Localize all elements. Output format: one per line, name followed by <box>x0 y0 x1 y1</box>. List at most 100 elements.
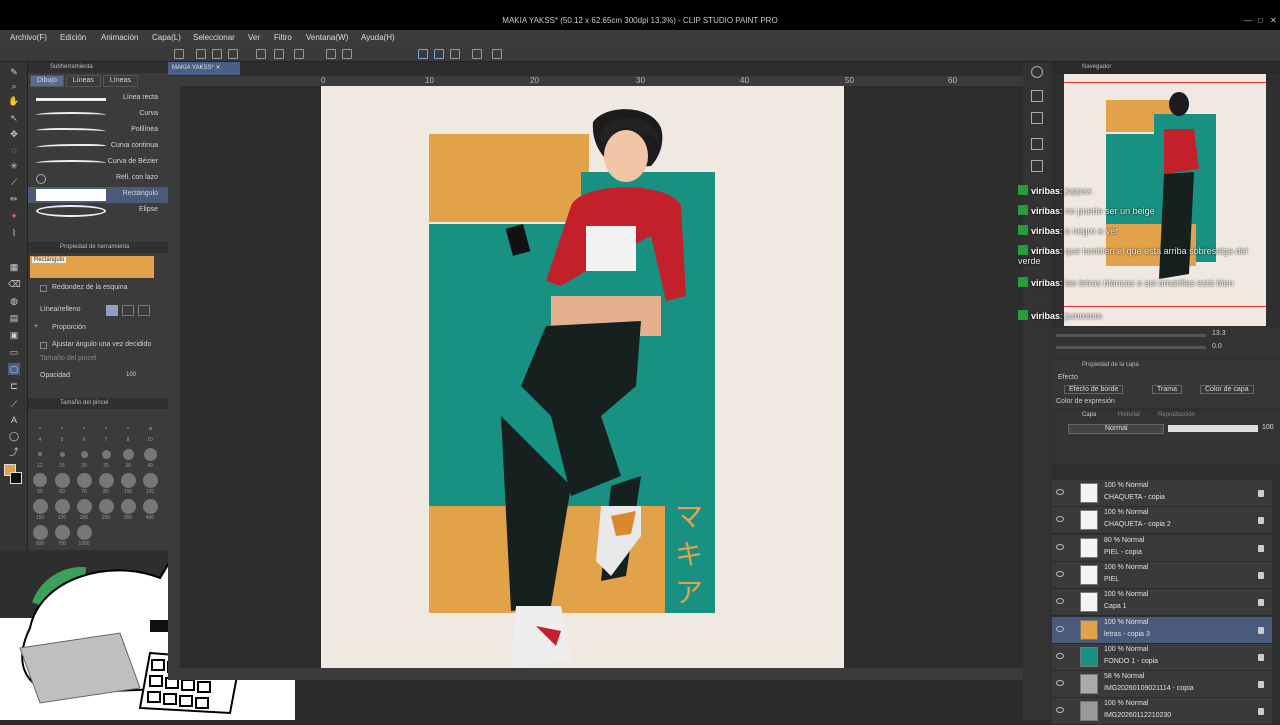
tab-reproduccion[interactable]: Reproducción <box>1158 412 1195 418</box>
lock-icon[interactable] <box>1258 653 1264 661</box>
brush-size-preset[interactable] <box>80 450 88 458</box>
gradient-icon[interactable]: ▤ <box>8 312 20 324</box>
tab-historial[interactable]: Historial <box>1118 412 1140 418</box>
sub-tool-curva[interactable]: Curva <box>28 107 168 123</box>
brush-size-preset[interactable] <box>120 472 136 488</box>
eye-icon[interactable] <box>1056 543 1064 550</box>
rectangle-tool-icon[interactable]: ▢ <box>8 363 20 375</box>
blend-mode-select[interactable]: Normal <box>1068 424 1164 434</box>
magic-wand-icon[interactable]: ✳ <box>8 160 20 172</box>
eye-icon[interactable] <box>1056 652 1064 659</box>
export-icon[interactable] <box>228 49 238 59</box>
open-icon[interactable] <box>196 49 206 59</box>
prop-row-redondez[interactable]: Redondez de la esquina <box>28 282 168 296</box>
layer-row[interactable]: 80 % Normal PIEL - copia <box>1052 534 1272 562</box>
checkbox[interactable] <box>40 285 47 292</box>
brush-size-preset[interactable] <box>61 427 63 429</box>
eye-icon[interactable] <box>1056 489 1064 495</box>
prop-row-linea-relleno[interactable]: Línea/relleno <box>28 304 168 318</box>
sub-color-swatch[interactable] <box>10 472 22 484</box>
navigator-icon[interactable] <box>1031 66 1043 78</box>
document-tab[interactable]: MAKIA YAKSS* ✕ <box>168 62 240 75</box>
correction-icon[interactable]: ⤴ <box>8 446 20 458</box>
fill-mode-icon[interactable] <box>122 305 134 316</box>
menu-ventana[interactable]: Ventana(W) <box>306 33 348 42</box>
zoom-icon[interactable]: ⌕ <box>8 80 20 92</box>
brush-size-preset[interactable] <box>33 473 47 487</box>
sub-tool-polilinea[interactable]: Polilínea <box>28 123 168 139</box>
eye-icon[interactable] <box>1056 625 1064 632</box>
rotate-slider[interactable] <box>1056 346 1206 349</box>
object-icon[interactable]: ↖ <box>8 112 20 124</box>
close-tab-icon[interactable]: ✕ <box>215 65 220 71</box>
crop-icon[interactable] <box>342 49 352 59</box>
lock-icon[interactable] <box>1258 517 1264 525</box>
lock-icon[interactable] <box>1258 599 1264 607</box>
brush-size-preset[interactable] <box>54 524 70 540</box>
prop-row-tamano[interactable]: Tamaño del pincel <box>28 353 168 367</box>
brush-size-preset[interactable] <box>148 426 152 430</box>
brush-size-preset[interactable] <box>98 498 114 514</box>
clear-icon[interactable] <box>294 49 304 59</box>
brush-size-preset[interactable] <box>59 451 65 457</box>
new-icon[interactable] <box>174 49 184 59</box>
snap-special-icon[interactable] <box>434 49 444 59</box>
figure-icon[interactable]: ▣ <box>8 329 20 341</box>
brush-size-preset[interactable] <box>76 524 92 540</box>
pen-icon[interactable]: ✎ <box>8 66 20 78</box>
balloon-icon[interactable]: ◯ <box>8 430 20 442</box>
expand-icon[interactable]: + <box>34 323 38 330</box>
ruler-tool-icon[interactable]: ⊏ <box>8 380 20 392</box>
sub-tool-rectangulo[interactable]: Rectángulo <box>28 187 168 203</box>
lock-icon[interactable] <box>1258 490 1264 497</box>
layer-row[interactable]: 100 % Normal FONDO 1 - copia <box>1052 643 1272 671</box>
zoom-slider[interactable] <box>1056 334 1206 337</box>
menu-edicion[interactable]: Edición <box>60 33 86 42</box>
brush-size-preset[interactable] <box>120 498 136 514</box>
pencil-icon[interactable]: ✏ <box>8 193 20 205</box>
tab-lineas[interactable]: Líneas <box>65 75 101 87</box>
layer-search-icon[interactable] <box>1031 112 1043 124</box>
prop-row-ajustar-angulo[interactable]: Ajustar ángulo una vez decidido <box>28 339 168 353</box>
eye-icon[interactable] <box>1056 570 1064 577</box>
brush-size-preset[interactable] <box>83 427 85 429</box>
brush-size-preset[interactable] <box>38 452 42 456</box>
menu-filtro[interactable]: Filtro <box>274 33 292 42</box>
undo-icon[interactable] <box>256 49 266 59</box>
redo-icon[interactable] <box>274 49 284 59</box>
menu-ayuda[interactable]: Ayuda(H) <box>361 33 395 42</box>
eye-icon[interactable] <box>1056 516 1064 523</box>
trama-button[interactable]: Trama <box>1152 385 1182 394</box>
airbrush-icon[interactable]: ⌇ <box>8 227 20 239</box>
border-effect-button[interactable]: Efecto de borde <box>1064 385 1124 394</box>
minimize-icon[interactable]: — <box>1244 16 1252 25</box>
layer-row[interactable]: 100 % Normal CHAQUETA - copia <box>1052 480 1272 507</box>
layer-opacity-slider[interactable] <box>1168 425 1258 432</box>
lock-icon[interactable] <box>1258 544 1264 552</box>
frame-icon[interactable]: ▭ <box>8 346 20 358</box>
lock-icon[interactable] <box>1258 681 1264 689</box>
sub-tool-rell-lazo[interactable]: Rell. con lazo <box>28 171 168 187</box>
layer-row[interactable]: 100 % Normal CHAQUETA - copia 2 <box>1052 507 1272 535</box>
brush-size-preset[interactable] <box>54 498 70 514</box>
eye-icon[interactable] <box>1056 707 1064 714</box>
maximize-icon[interactable]: □ <box>1258 16 1263 25</box>
canvas-paper[interactable]: マ キ ア <box>321 86 844 670</box>
brush-size-preset[interactable] <box>143 447 157 461</box>
navigator-preview[interactable] <box>1064 74 1266 326</box>
brush-size-preset[interactable] <box>54 472 70 488</box>
subview-icon[interactable] <box>1031 90 1043 102</box>
blend-icon[interactable]: ◍ <box>8 295 20 307</box>
settings-icon[interactable] <box>492 49 502 59</box>
hand-icon[interactable]: ✋ <box>8 95 20 107</box>
tab-capa[interactable]: Capa <box>1082 412 1096 418</box>
snap-grid-icon[interactable] <box>450 49 460 59</box>
brush-size-preset[interactable] <box>105 427 107 429</box>
prop-row-opacidad[interactable]: Opacidad 100 <box>28 370 168 384</box>
lasso-icon[interactable]: ◌ <box>8 144 20 156</box>
brush-size-preset[interactable] <box>76 472 92 488</box>
eye-icon[interactable] <box>1056 680 1064 687</box>
sub-tool-curva-continua[interactable]: Curva continua <box>28 139 168 155</box>
transform-icon[interactable] <box>326 49 336 59</box>
layer-row[interactable]: 100 % Normal PIEL <box>1052 561 1272 589</box>
